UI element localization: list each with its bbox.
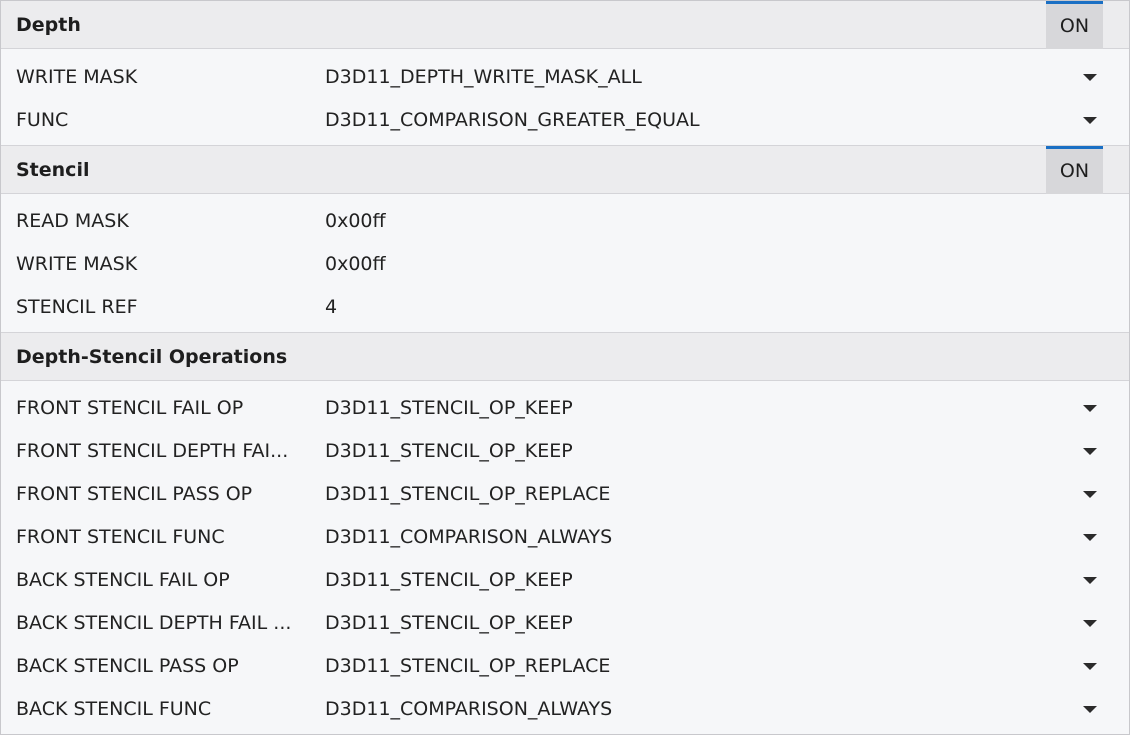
front-stencil-fail-op-label: FRONT STENCIL FAIL OP: [16, 397, 244, 419]
stencil-read-mask-label: READ MASK: [16, 210, 129, 232]
front-stencil-func-row[interactable]: FRONT STENCIL FUNC D3D11_COMPARISON_ALWA…: [1, 516, 1129, 559]
depth-enable-toggle[interactable]: ON: [1046, 1, 1103, 49]
depth-write-mask-row[interactable]: WRITE MASK D3D11_DEPTH_WRITE_MASK_ALL: [1, 56, 1129, 99]
front-stencil-depth-fail-op-label: FRONT STENCIL DEPTH FAI...: [16, 440, 289, 462]
depth-stencil-state-panel: Depth ON WRITE MASK D3D11_DEPTH_WRITE_MA…: [0, 0, 1130, 735]
depth-func-label: FUNC: [16, 109, 69, 131]
chevron-down-icon[interactable]: [1083, 620, 1097, 627]
operations-section-title: Depth-Stencil Operations: [16, 346, 288, 368]
depth-section-header: Depth ON: [1, 1, 1129, 49]
depth-func-dropdown[interactable]: D3D11_COMPARISON_GREATER_EQUAL: [325, 99, 1025, 142]
back-stencil-depth-fail-op-label: BACK STENCIL DEPTH FAIL ...: [16, 612, 292, 634]
front-stencil-depth-fail-op-row[interactable]: FRONT STENCIL DEPTH FAI... D3D11_STENCIL…: [1, 430, 1129, 473]
back-stencil-fail-op-dropdown[interactable]: D3D11_STENCIL_OP_KEEP: [325, 559, 1025, 602]
chevron-down-icon[interactable]: [1083, 577, 1097, 584]
depth-func-row[interactable]: FUNC D3D11_COMPARISON_GREATER_EQUAL: [1, 99, 1129, 142]
stencil-ref-row: STENCIL REF 4: [1, 286, 1129, 329]
back-stencil-depth-fail-op-row[interactable]: BACK STENCIL DEPTH FAIL ... D3D11_STENCI…: [1, 602, 1129, 645]
back-stencil-fail-op-label: BACK STENCIL FAIL OP: [16, 569, 230, 591]
depth-write-mask-label: WRITE MASK: [16, 66, 138, 88]
chevron-down-icon[interactable]: [1083, 491, 1097, 498]
operations-section-header: Depth-Stencil Operations: [1, 333, 1129, 381]
back-stencil-func-row[interactable]: BACK STENCIL FUNC D3D11_COMPARISON_ALWAY…: [1, 688, 1129, 731]
back-stencil-fail-op-row[interactable]: BACK STENCIL FAIL OP D3D11_STENCIL_OP_KE…: [1, 559, 1129, 602]
stencil-write-mask-value[interactable]: 0x00ff: [325, 243, 1025, 286]
stencil-enable-toggle[interactable]: ON: [1046, 146, 1103, 194]
back-stencil-pass-op-label: BACK STENCIL PASS OP: [16, 655, 239, 677]
stencil-read-mask-value[interactable]: 0x00ff: [325, 200, 1025, 243]
chevron-down-icon[interactable]: [1083, 706, 1097, 713]
front-stencil-func-label: FRONT STENCIL FUNC: [16, 526, 225, 548]
front-stencil-depth-fail-op-dropdown[interactable]: D3D11_STENCIL_OP_KEEP: [325, 430, 1025, 473]
stencil-write-mask-label: WRITE MASK: [16, 253, 138, 275]
back-stencil-pass-op-row[interactable]: BACK STENCIL PASS OP D3D11_STENCIL_OP_RE…: [1, 645, 1129, 688]
back-stencil-func-label: BACK STENCIL FUNC: [16, 698, 212, 720]
stencil-ref-label: STENCIL REF: [16, 296, 138, 318]
chevron-down-icon[interactable]: [1083, 663, 1097, 670]
depth-write-mask-dropdown[interactable]: D3D11_DEPTH_WRITE_MASK_ALL: [325, 56, 1025, 99]
chevron-down-icon[interactable]: [1083, 405, 1097, 412]
back-stencil-depth-fail-op-dropdown[interactable]: D3D11_STENCIL_OP_KEEP: [325, 602, 1025, 645]
front-stencil-pass-op-row[interactable]: FRONT STENCIL PASS OP D3D11_STENCIL_OP_R…: [1, 473, 1129, 516]
depth-section-title: Depth: [16, 14, 81, 36]
chevron-down-icon[interactable]: [1083, 74, 1097, 81]
back-stencil-func-dropdown[interactable]: D3D11_COMPARISON_ALWAYS: [325, 688, 1025, 731]
front-stencil-fail-op-row[interactable]: FRONT STENCIL FAIL OP D3D11_STENCIL_OP_K…: [1, 387, 1129, 430]
stencil-section-header: Stencil ON: [1, 146, 1129, 194]
chevron-down-icon[interactable]: [1083, 117, 1097, 124]
front-stencil-pass-op-dropdown[interactable]: D3D11_STENCIL_OP_REPLACE: [325, 473, 1025, 516]
front-stencil-pass-op-label: FRONT STENCIL PASS OP: [16, 483, 253, 505]
chevron-down-icon[interactable]: [1083, 448, 1097, 455]
stencil-ref-value[interactable]: 4: [325, 286, 1025, 329]
back-stencil-pass-op-dropdown[interactable]: D3D11_STENCIL_OP_REPLACE: [325, 645, 1025, 688]
stencil-section-title: Stencil: [16, 159, 90, 181]
stencil-read-mask-row: READ MASK 0x00ff: [1, 200, 1129, 243]
front-stencil-func-dropdown[interactable]: D3D11_COMPARISON_ALWAYS: [325, 516, 1025, 559]
chevron-down-icon[interactable]: [1083, 534, 1097, 541]
stencil-write-mask-row: WRITE MASK 0x00ff: [1, 243, 1129, 286]
front-stencil-fail-op-dropdown[interactable]: D3D11_STENCIL_OP_KEEP: [325, 387, 1025, 430]
